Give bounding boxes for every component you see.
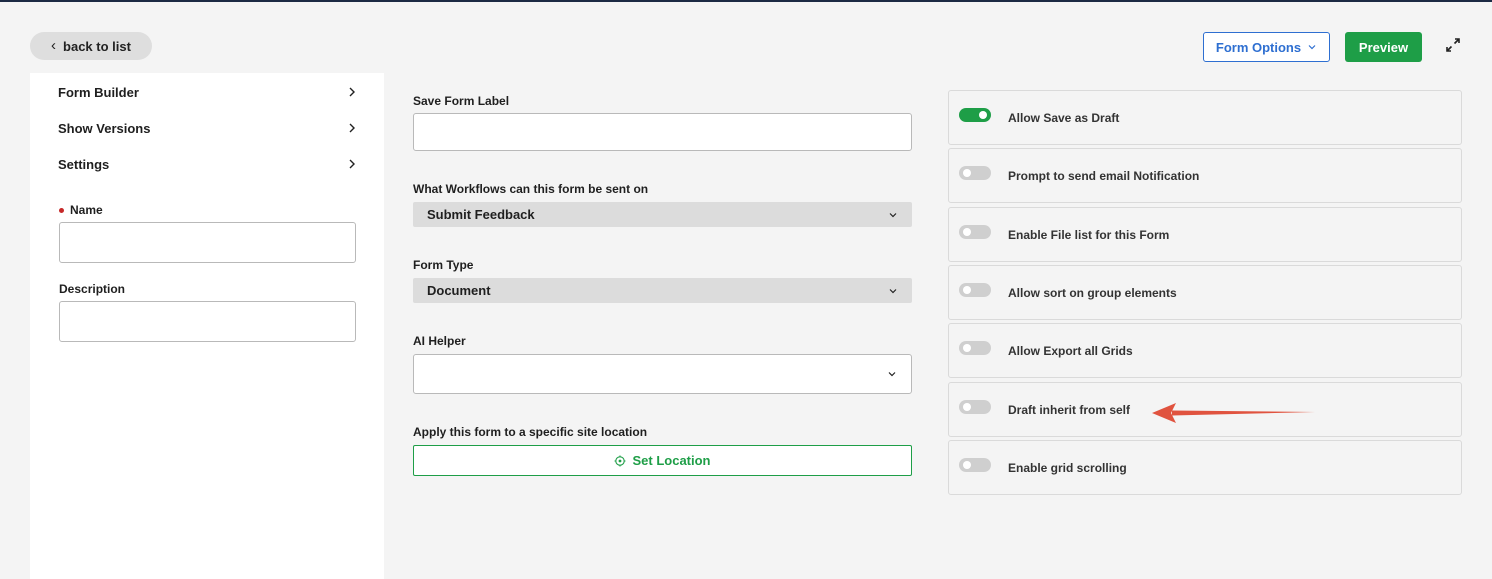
expand-icon[interactable]: [1444, 36, 1462, 54]
chevron-left-icon: ‹: [51, 36, 57, 54]
chevron-right-icon: [349, 159, 355, 169]
save-form-label-input[interactable]: [413, 113, 912, 151]
toggle-knob: [963, 343, 971, 352]
location-label-text: Apply this form to a specific site locat…: [413, 425, 648, 439]
chevron-down-icon: [1308, 45, 1316, 50]
toggle-switch[interactable]: [959, 224, 991, 239]
location-field-label: Apply this form to a specific site locat…: [413, 425, 647, 439]
toggle-label: Enable grid scrolling: [1008, 460, 1127, 475]
toggle-knob: [979, 110, 987, 119]
form-type-select[interactable]: Document: [413, 278, 912, 303]
toggle-row-grid-scrolling: Enable grid scrolling: [948, 440, 1462, 495]
name-label-text: Name: [70, 203, 103, 217]
workflows-field-label: What Workflows can this form be sent on: [413, 182, 648, 196]
chevron-down-icon: [888, 372, 896, 377]
annotation-arrow-icon: [1152, 403, 1315, 423]
toggle-switch[interactable]: [959, 457, 991, 472]
workflows-label-text: What Workflows can this form be sent on: [413, 182, 649, 196]
nav-item-form-builder[interactable]: Form Builder: [58, 80, 358, 104]
nav-item-label: Settings: [58, 156, 110, 172]
ai-helper-select[interactable]: [413, 354, 912, 394]
chevron-right-icon: [349, 87, 355, 97]
set-location-button[interactable]: Set Location: [413, 445, 912, 476]
toggle-row-sort-group: Allow sort on group elements: [948, 265, 1462, 320]
toggle-row-prompt-email: Prompt to send email Notification: [948, 148, 1462, 203]
toggle-switch[interactable]: [959, 107, 991, 122]
toggle-switch[interactable]: [959, 399, 991, 414]
chevron-down-icon: [889, 288, 897, 293]
toggle-knob: [963, 168, 971, 177]
toggle-knob: [963, 285, 971, 294]
form-type-field-label: Form Type: [413, 258, 473, 272]
toggle-switch[interactable]: [959, 340, 991, 355]
toggle-label: Draft inherit from self: [1008, 402, 1131, 417]
form-options-button[interactable]: Form Options: [1203, 32, 1330, 62]
nav-item-settings[interactable]: Settings: [58, 152, 358, 176]
toggle-knob: [963, 402, 971, 411]
form-type-label-text: Form Type: [413, 258, 474, 272]
workflows-selected-value: Submit Feedback: [427, 207, 535, 222]
toggle-knob: [963, 460, 971, 469]
description-input[interactable]: [59, 301, 356, 342]
required-indicator: [59, 207, 64, 213]
left-panel: Form Builder Show Versions Settings Name…: [30, 73, 384, 579]
back-to-list-label: back to list: [63, 38, 131, 54]
description-field-label: Description: [59, 282, 125, 296]
toggle-switch[interactable]: [959, 282, 991, 297]
toggle-knob: [963, 227, 971, 236]
form-options-label: Form Options: [1215, 39, 1302, 55]
toggle-row-allow-save-as-draft: Allow Save as Draft: [948, 90, 1462, 145]
preview-button[interactable]: Preview: [1345, 32, 1422, 62]
toggle-label: Enable File list for this Form: [1008, 227, 1170, 242]
name-input[interactable]: [59, 222, 356, 263]
save-form-label-text: Save Form Label: [413, 94, 510, 108]
ai-helper-field-label: AI Helper: [413, 334, 466, 348]
name-field-label: Name: [59, 203, 103, 217]
back-to-list-button[interactable]: ‹ back to list: [30, 32, 152, 60]
chevron-down-icon: [889, 212, 897, 217]
workflows-select[interactable]: Submit Feedback: [413, 202, 912, 227]
description-label-text: Description: [59, 282, 126, 296]
toggle-row-file-list: Enable File list for this Form: [948, 207, 1462, 262]
toggle-label: Allow Save as Draft: [1008, 110, 1120, 125]
nav-item-label: Show Versions: [58, 120, 151, 136]
ai-helper-label-text: AI Helper: [413, 334, 466, 348]
save-form-label-title: Save Form Label: [413, 94, 509, 108]
toggle-row-export-grids: Allow Export all Grids: [948, 323, 1462, 378]
toggle-label: Prompt to send email Notification: [1008, 168, 1200, 183]
set-location-label: Set Location: [632, 453, 711, 468]
form-type-selected-value: Document: [427, 283, 491, 298]
location-target-icon: [614, 455, 626, 466]
nav-item-label: Form Builder: [58, 84, 139, 100]
nav-item-show-versions[interactable]: Show Versions: [58, 116, 358, 140]
toggle-label: Allow sort on group elements: [1008, 285, 1177, 300]
toggle-label: Allow Export all Grids: [1008, 343, 1133, 358]
chevron-right-icon: [349, 123, 355, 133]
toggle-switch[interactable]: [959, 165, 991, 180]
